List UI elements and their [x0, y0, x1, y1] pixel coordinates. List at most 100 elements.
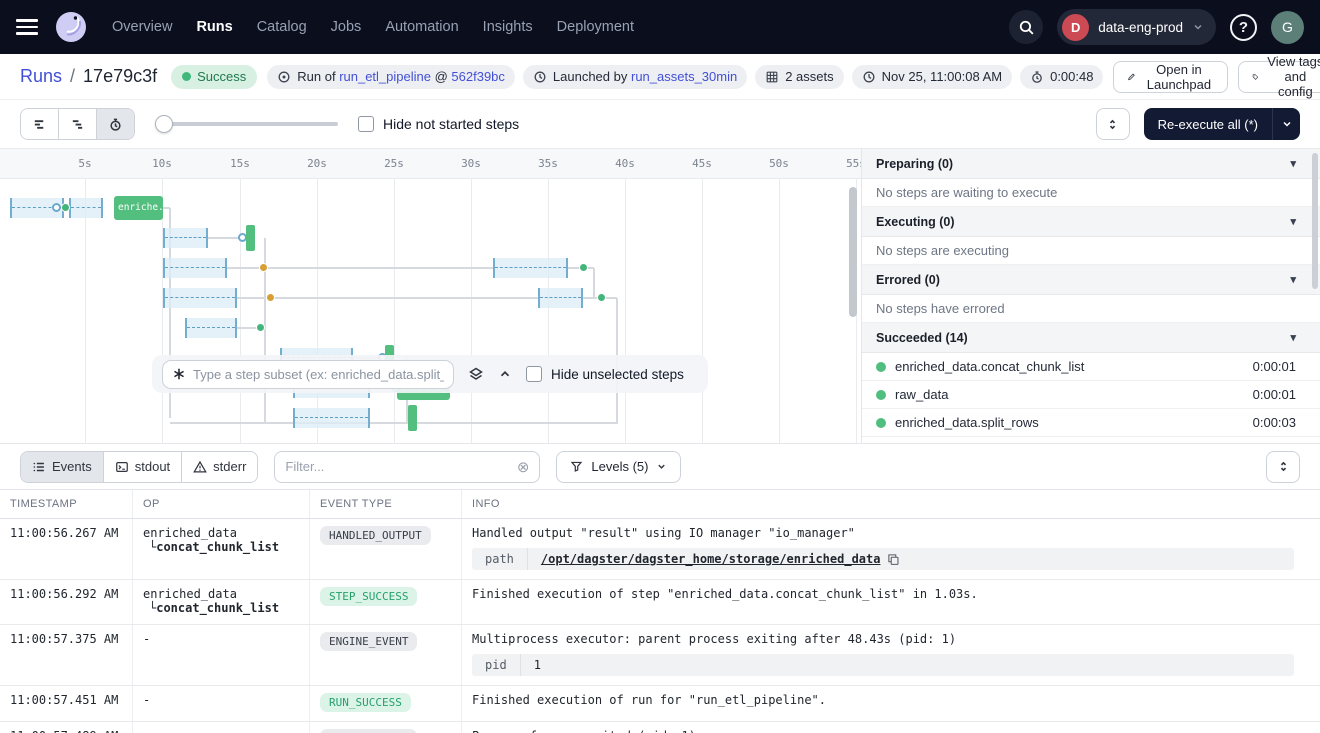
- log-row[interactable]: 11:00:56.267 AMenriched_data└concat_chun…: [0, 519, 1320, 580]
- step-name: enriched_data.split_rows: [895, 415, 1039, 430]
- log-row[interactable]: 11:00:56.292 AMenriched_data└concat_chun…: [0, 580, 1320, 625]
- reexecute-caret[interactable]: [1272, 108, 1300, 140]
- gantt-step-success-bar[interactable]: [246, 225, 255, 251]
- panel-section-header[interactable]: Executing (0)▾: [862, 207, 1320, 237]
- gantt-marker-dot[interactable]: [597, 293, 606, 302]
- run-tag-2[interactable]: 2 assets: [755, 65, 843, 89]
- levels-dropdown[interactable]: Levels (5): [556, 451, 681, 483]
- gantt-toolbar-right: Re-execute all (*): [1096, 108, 1300, 140]
- nav-item-catalog[interactable]: Catalog: [257, 19, 307, 35]
- panel-step-row[interactable]: enriched_data.split_rows0:00:03: [862, 409, 1320, 437]
- panel-empty-message: No steps are executing: [862, 237, 1320, 265]
- step-name: enriched_data.concat_chunk_list: [895, 359, 1084, 374]
- panel-step-row[interactable]: raw_data0:00:01: [862, 381, 1320, 409]
- gantt-marker-dot[interactable]: [579, 263, 588, 272]
- gantt-step-waiting-bar[interactable]: [163, 228, 208, 248]
- column-header: TIMESTAMP: [0, 490, 133, 518]
- tab-stdout[interactable]: stdout: [104, 452, 182, 482]
- step-subset-overlay: Hide unselected steps: [152, 355, 708, 393]
- log-filter-input[interactable]: [285, 459, 508, 474]
- workspace-switcher[interactable]: D data-eng-prod: [1057, 9, 1216, 45]
- tab-events[interactable]: Events: [21, 452, 104, 482]
- tab-stderr[interactable]: stderr: [182, 452, 257, 482]
- gridline: [548, 179, 549, 443]
- clear-filter-icon[interactable]: ⊗: [517, 458, 530, 476]
- gantt-step-success-bar[interactable]: [408, 405, 417, 431]
- gantt-step-waiting-bar[interactable]: [538, 288, 583, 308]
- chevron-down-icon: ▾: [1290, 215, 1296, 228]
- gantt-step-waiting-bar[interactable]: [185, 318, 237, 338]
- gantt-step-waiting-bar[interactable]: [293, 408, 370, 428]
- expand-collapse-button[interactable]: [1096, 108, 1130, 140]
- dagster-logo[interactable]: [54, 10, 88, 44]
- timed-view-button[interactable]: [97, 109, 134, 139]
- help-icon[interactable]: ?: [1230, 14, 1257, 41]
- panel-scrollbar[interactable]: [1312, 153, 1318, 289]
- gantt-step-waiting-bar[interactable]: [69, 198, 103, 218]
- waterfall-view-button[interactable]: [59, 109, 97, 139]
- search-icon[interactable]: [1009, 10, 1043, 44]
- axis-tick-label: 15s: [230, 157, 250, 170]
- run-tag-0[interactable]: Run of run_etl_pipeline @ 562f39bc: [267, 65, 515, 89]
- nav-item-jobs[interactable]: Jobs: [331, 19, 362, 35]
- log-row[interactable]: 11:00:57.489 AM-ENGINE_EVENTProcess for …: [0, 722, 1320, 733]
- log-row[interactable]: 11:00:57.451 AM-RUN_SUCCESSFinished exec…: [0, 686, 1320, 722]
- gantt-marker-dot[interactable]: [61, 203, 70, 212]
- gantt-chart[interactable]: 5s10s15s20s25s30s35s40s45s50s55s enriche…: [0, 149, 862, 443]
- gantt-step-waiting-bar[interactable]: [493, 258, 568, 278]
- gantt-scrollbar[interactable]: [849, 187, 857, 317]
- run-tag-1[interactable]: Launched by run_assets_30min: [523, 65, 747, 89]
- gantt-marker-dot[interactable]: [266, 293, 275, 302]
- panel-empty-message: No steps are waiting to execute: [862, 179, 1320, 207]
- terminal-icon: [115, 460, 129, 474]
- metadata-key: pid: [472, 654, 521, 676]
- hide-not-started-checkbox[interactable]: Hide not started steps: [358, 116, 519, 132]
- run-header: Runs / 17e79c3f Success Run of run_etl_p…: [0, 54, 1320, 100]
- gantt-step-success-bar[interactable]: enriche.: [114, 196, 163, 220]
- nav-item-runs[interactable]: Runs: [196, 19, 232, 35]
- breadcrumb-runs-link[interactable]: Runs: [20, 66, 62, 87]
- nav-item-overview[interactable]: Overview: [112, 19, 172, 35]
- gantt-marker-dot[interactable]: [52, 203, 61, 212]
- run-tag-3[interactable]: Nov 25, 11:00:08 AM: [852, 65, 1012, 89]
- sort-carets-icon: [1277, 460, 1290, 473]
- layers-icon[interactable]: [468, 366, 484, 382]
- menu-icon[interactable]: [16, 19, 38, 35]
- panel-section-header[interactable]: Preparing (0)▾: [862, 149, 1320, 179]
- timer-icon: [1030, 70, 1044, 84]
- log-info: Finished execution of run for "run_etl_p…: [462, 686, 1320, 721]
- step-subset-input[interactable]: [193, 367, 444, 382]
- nav-item-automation[interactable]: Automation: [385, 19, 458, 35]
- panel-section-header[interactable]: Errored (0)▾: [862, 265, 1320, 295]
- metadata-value: 1: [521, 654, 554, 676]
- log-info: Process for run exited (pid: 1).: [462, 722, 1320, 733]
- nav-item-deployment[interactable]: Deployment: [557, 19, 634, 35]
- column-header: INFO: [462, 490, 1320, 518]
- log-row[interactable]: 11:00:57.375 AM-ENGINE_EVENTMultiprocess…: [0, 625, 1320, 686]
- app-root: Overview Runs Catalog Jobs Automation Insight…: [0, 0, 1320, 733]
- panel-section-header[interactable]: Succeeded (14)▾: [862, 323, 1320, 353]
- gantt-marker-dot[interactable]: [259, 263, 268, 272]
- caret-up-icon[interactable]: [498, 367, 512, 381]
- gantt-view-mode-group: [20, 108, 135, 140]
- copy-icon[interactable]: [887, 553, 900, 566]
- log-timestamp: 11:00:56.292 AM: [0, 580, 133, 624]
- reexecute-all-button[interactable]: Re-execute all (*): [1144, 108, 1300, 140]
- gantt-marker-dot[interactable]: [256, 323, 265, 332]
- run-tag-4[interactable]: 0:00:48: [1020, 65, 1103, 89]
- gantt-step-waiting-bar[interactable]: [163, 258, 227, 278]
- panel-step-row[interactable]: enriched_data.concat_chunk_list0:00:01: [862, 353, 1320, 381]
- gantt-step-waiting-bar[interactable]: [163, 288, 237, 308]
- nav-item-insights[interactable]: Insights: [483, 19, 533, 35]
- funnel-icon: [570, 460, 583, 473]
- log-expand-collapse-button[interactable]: [1266, 451, 1300, 483]
- open-launchpad-button[interactable]: Open in Launchpad: [1113, 61, 1227, 93]
- event-type-badge: RUN_SUCCESS: [320, 693, 411, 712]
- view-tags-button[interactable]: View tags and config: [1238, 61, 1320, 93]
- panel-step-row[interactable]: enriched_data.process_chunk [1]0:00:01: [862, 437, 1320, 443]
- hide-unselected-checkbox[interactable]: Hide unselected steps: [526, 366, 684, 382]
- flat-view-button[interactable]: [21, 109, 59, 139]
- user-avatar[interactable]: G: [1271, 11, 1304, 44]
- gantt-zoom-slider[interactable]: [155, 115, 338, 133]
- metadata-path-link[interactable]: /opt/dagster/dagster_home/storage/enrich…: [541, 552, 881, 566]
